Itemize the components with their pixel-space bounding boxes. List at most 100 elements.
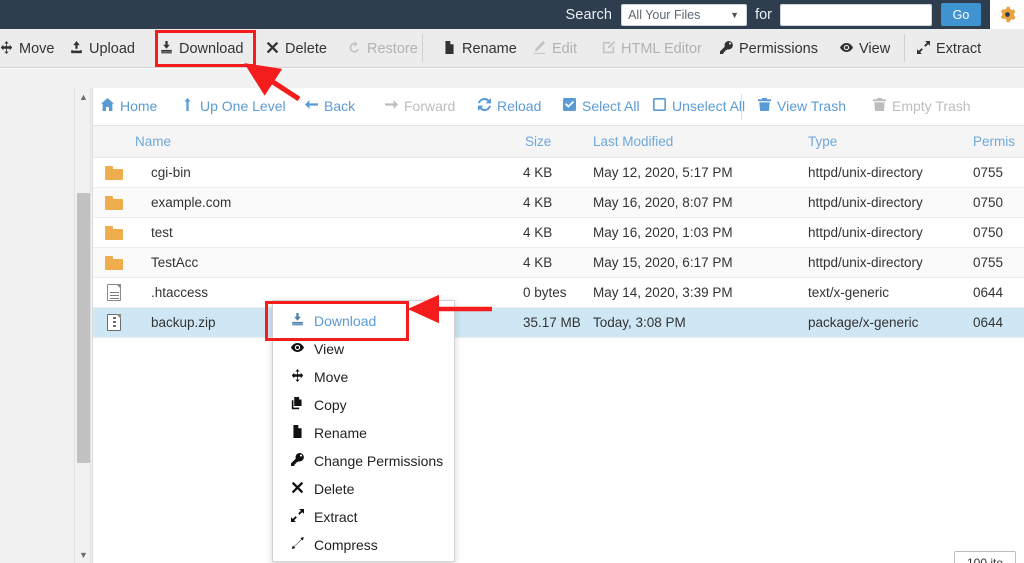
table-row[interactable]: TestAcc 4 KB May 15, 2020, 6:17 PM httpd/un… bbox=[93, 248, 1024, 278]
nav-unselect-all-button[interactable]: Unselect All bbox=[653, 98, 745, 114]
toolbar-permissions-button[interactable]: Permissions bbox=[720, 29, 818, 68]
arrow-up-icon bbox=[181, 98, 194, 114]
trash-icon bbox=[873, 98, 886, 111]
cell-name: example.com bbox=[151, 195, 232, 210]
move-arrows-icon bbox=[291, 369, 304, 382]
move-arrows-icon bbox=[0, 41, 13, 54]
toolbar-edit-button: Edit bbox=[533, 29, 577, 68]
eye-icon bbox=[840, 43, 853, 52]
toolbar-delete-button[interactable]: Delete bbox=[266, 29, 327, 68]
toolbar-view-button[interactable]: View bbox=[840, 29, 890, 68]
column-header-size[interactable]: Size bbox=[525, 134, 551, 149]
trash-icon bbox=[758, 98, 771, 111]
nav-item-label: View Trash bbox=[777, 98, 846, 114]
search-scope-select[interactable]: All Your Files ▼ bbox=[621, 3, 748, 26]
nav-item-label: Up One Level bbox=[200, 98, 286, 114]
undo-icon bbox=[348, 41, 361, 56]
context-menu-copy[interactable]: Copy bbox=[273, 391, 454, 419]
cell-type: package/x-generic bbox=[808, 315, 919, 330]
context-menu-view[interactable]: View bbox=[273, 335, 454, 363]
search-go-button[interactable]: Go bbox=[941, 3, 981, 26]
arrow-up-icon bbox=[184, 98, 191, 111]
cell-permissions: 0644 bbox=[973, 285, 1004, 300]
settings-button[interactable] bbox=[990, 0, 1024, 29]
folder-icon bbox=[105, 164, 123, 182]
toolbar-move-button[interactable]: Move bbox=[0, 29, 54, 68]
cell-name: cgi-bin bbox=[151, 165, 191, 180]
upload-icon bbox=[70, 41, 83, 56]
file-icon bbox=[291, 425, 305, 441]
cell-name: TestAcc bbox=[151, 255, 199, 270]
context-menu-extract[interactable]: Extract bbox=[273, 503, 454, 531]
table-column-header: Name Size Last Modified Type Permis bbox=[93, 126, 1024, 158]
bottom-status-widget[interactable]: 100 ite bbox=[954, 551, 1016, 563]
cell-permissions: 0755 bbox=[973, 165, 1004, 180]
key-icon bbox=[291, 453, 305, 469]
nav-select-all-button[interactable]: Select All bbox=[563, 98, 640, 114]
arrow-left-icon bbox=[305, 98, 318, 114]
x-cross-icon bbox=[291, 481, 304, 494]
file-manager-screen: Search All Your Files ▼ for Go ▲ ▼ Home U… bbox=[0, 0, 1024, 563]
scroll-down-arrow-icon[interactable]: ▼ bbox=[75, 546, 92, 563]
x-cross-icon bbox=[266, 41, 279, 56]
context-menu-delete[interactable]: Delete bbox=[273, 475, 454, 503]
nav-item-label: Back bbox=[324, 98, 356, 114]
column-header-permis[interactable]: Permis bbox=[973, 134, 1015, 149]
toolbar-upload-button[interactable]: Upload bbox=[70, 29, 135, 68]
arrow-left-icon bbox=[305, 100, 318, 109]
table-row[interactable]: backup.zip 35.17 MB Today, 3:08 PM package/… bbox=[93, 308, 1024, 338]
context-menu-move[interactable]: Move bbox=[273, 363, 454, 391]
toolbar-rename-button[interactable]: Rename bbox=[443, 29, 517, 68]
cell-last-modified: May 14, 2020, 3:39 PM bbox=[593, 285, 733, 300]
expand-icon bbox=[917, 41, 930, 54]
context-menu-compress[interactable]: Compress bbox=[273, 531, 454, 559]
column-header-last-modified[interactable]: Last Modified bbox=[593, 134, 673, 149]
cell-size: 0 bytes bbox=[523, 285, 567, 300]
file-listing-pane: Home Up One Level Back Forward Reload Select … bbox=[92, 88, 1024, 563]
context-menu-change-permissions[interactable]: Change Permissions bbox=[273, 447, 454, 475]
key-icon bbox=[720, 41, 733, 56]
table-row[interactable]: test 4 KB May 16, 2020, 1:03 PM httpd/unix-… bbox=[93, 218, 1024, 248]
nav-back-button[interactable]: Back bbox=[305, 98, 355, 114]
nav-forward-button: Forward bbox=[385, 98, 455, 114]
table-row[interactable]: example.com 4 KB May 16, 2020, 8:07 PM http… bbox=[93, 188, 1024, 218]
table-row[interactable]: .htaccess 0 bytes May 14, 2020, 3:39 PM tex… bbox=[93, 278, 1024, 308]
context-menu-item-label: View bbox=[314, 341, 345, 357]
nav-item-label: Reload bbox=[497, 98, 542, 114]
context-menu-rename[interactable]: Rename bbox=[273, 419, 454, 447]
table-row[interactable]: cgi-bin 4 KB May 12, 2020, 5:17 PM httpd/un… bbox=[93, 158, 1024, 188]
expand-icon bbox=[291, 509, 305, 525]
nav-view-trash-button[interactable]: View Trash bbox=[758, 98, 846, 114]
cell-name: test bbox=[151, 225, 173, 240]
eye-icon bbox=[840, 41, 853, 56]
pencil-icon bbox=[533, 41, 546, 54]
toolbar-item-label: Move bbox=[19, 40, 55, 57]
scroll-up-arrow-icon[interactable]: ▲ bbox=[75, 88, 92, 105]
undo-icon bbox=[349, 41, 360, 53]
nav-up-one-level-button[interactable]: Up One Level bbox=[181, 98, 286, 114]
context-menu-item-label: Move bbox=[314, 369, 349, 385]
column-header-name[interactable]: Name bbox=[135, 134, 171, 149]
cell-type: text/x-generic bbox=[808, 285, 890, 300]
file-navigation-bar: Home Up One Level Back Forward Reload Select … bbox=[93, 88, 1024, 126]
vertical-scrollbar[interactable]: ▲ ▼ bbox=[74, 88, 91, 563]
context-menu-item-label: Rename bbox=[314, 425, 367, 441]
search-input[interactable] bbox=[780, 3, 932, 26]
checkbox-checked-icon bbox=[563, 98, 576, 114]
key-icon bbox=[720, 41, 733, 54]
folder-icon bbox=[105, 194, 123, 212]
scrollbar-thumb[interactable] bbox=[77, 193, 90, 463]
toolbar-extract-button[interactable]: Extract bbox=[917, 29, 981, 68]
compress-icon bbox=[291, 537, 304, 550]
file-icon bbox=[443, 41, 456, 56]
context-menu-download[interactable]: Download bbox=[273, 307, 454, 335]
toolbar-divider-2 bbox=[904, 34, 905, 62]
zip-file-icon bbox=[105, 314, 123, 332]
nav-reload-button[interactable]: Reload bbox=[478, 97, 542, 114]
toolbar-item-label: Upload bbox=[89, 40, 135, 57]
toolbar-download-button[interactable]: Download bbox=[160, 29, 244, 68]
column-header-type[interactable]: Type bbox=[808, 134, 837, 149]
eye-icon bbox=[291, 343, 304, 352]
toolbar-item-label: Download bbox=[179, 40, 244, 57]
nav-home-button[interactable]: Home bbox=[101, 98, 157, 114]
